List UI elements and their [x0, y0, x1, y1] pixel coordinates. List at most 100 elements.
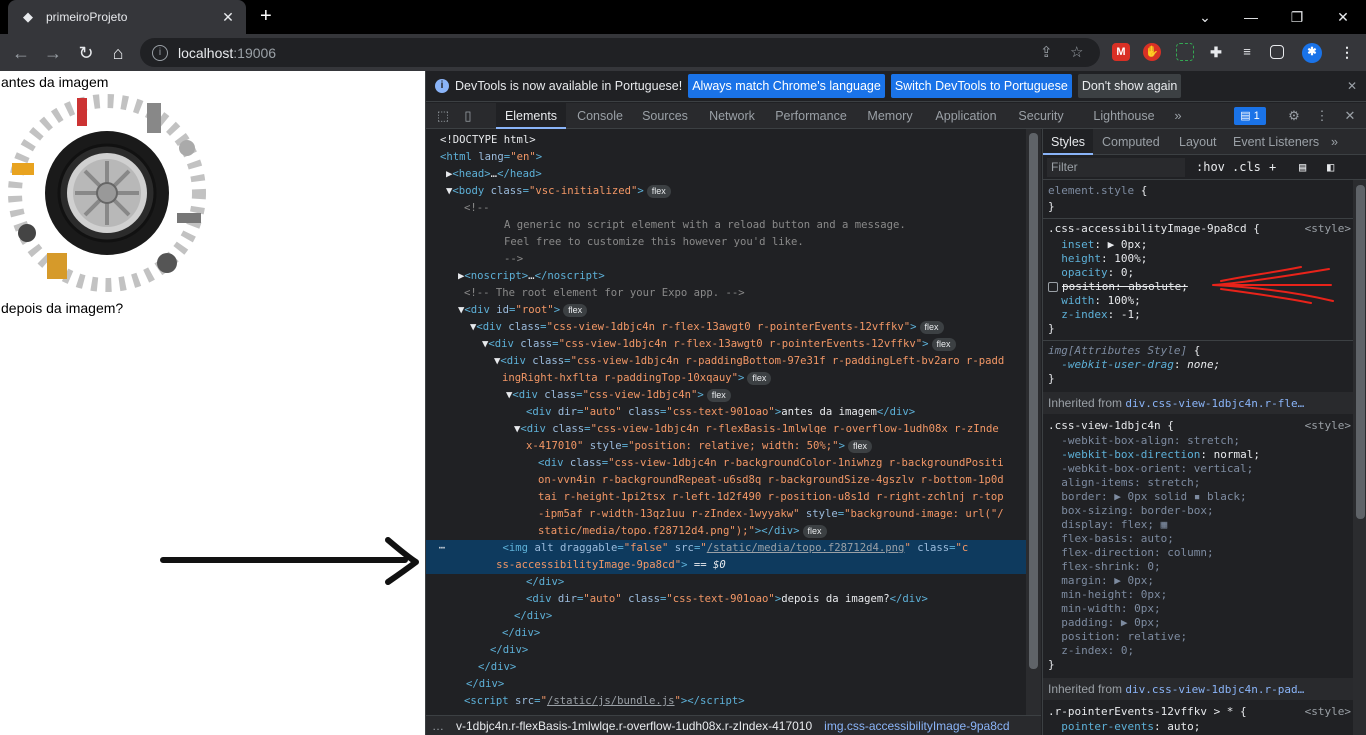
styles-scroll-thumb[interactable] — [1356, 185, 1365, 519]
settings-gear-icon[interactable]: ⚙ — [1286, 108, 1302, 124]
new-tab-icon[interactable]: + — [260, 6, 272, 26]
dom-line[interactable]: <!-- The root element for your Expo app.… — [464, 285, 1026, 302]
chrome-menu-icon[interactable]: ⋮ — [1338, 43, 1356, 61]
style-property[interactable]: position: relative; — [1048, 630, 1187, 644]
style-rule-line[interactable]: .css-accessibilityImage-9pa8cd { — [1048, 222, 1260, 236]
dom-line[interactable]: --> — [504, 251, 1026, 268]
close-tab-icon[interactable]: ✕ — [220, 9, 236, 26]
style-rule-line[interactable]: .css-view-1dbjc4n { — [1048, 419, 1174, 433]
dom-line[interactable]: <!-- — [464, 200, 1026, 217]
style-source-link[interactable]: <style> — [1305, 419, 1351, 433]
inherited-selector-link[interactable]: div.css-view-1dbjc4n.r-pad… — [1125, 683, 1304, 696]
dom-line[interactable]: ingRight-hxflta r-paddingTop-10xqauy"> fl… — [502, 370, 1026, 387]
new-rule-icon[interactable]: + — [1269, 160, 1276, 174]
style-property[interactable]: min-height: 0px; — [1048, 588, 1167, 602]
subtab-computed[interactable]: Computed — [1102, 129, 1160, 155]
dom-line[interactable]: ▼<div class="css-view-1dbjc4n r-flex-13a… — [470, 319, 1026, 336]
dom-tree-scroll-thumb[interactable] — [1029, 133, 1038, 669]
style-property[interactable]: border: ▶ 0px solid ▪ black; — [1048, 490, 1246, 504]
side-panel-icon[interactable] — [1270, 45, 1284, 59]
style-property[interactable]: flex-direction: column; — [1048, 546, 1213, 560]
subtab-styles[interactable]: Styles — [1043, 129, 1094, 155]
close-infobar-icon[interactable]: ✕ — [1347, 79, 1357, 93]
dom-line[interactable]: <!DOCTYPE html> — [440, 132, 1026, 149]
style-property-disabled[interactable]: position: absolute; — [1048, 280, 1188, 294]
toggle-sidebar-icon[interactable]: ◧ — [1327, 160, 1334, 174]
dom-line[interactable]: ▼<div class="css-view-1dbjc4n r-flexBasi… — [514, 421, 1026, 438]
dom-line[interactable]: </div> — [526, 574, 1026, 591]
dom-line[interactable]: Feel free to customize this however you'… — [504, 234, 1026, 251]
share-icon[interactable]: ⇪ — [1040, 43, 1053, 61]
dom-line[interactable]: <div dir="auto" class="css-text-901oao">… — [526, 404, 1026, 421]
hand-extension-icon[interactable]: ✋ — [1143, 43, 1161, 61]
breadcrumb-item[interactable]: v-1dbjc4n.r-flexBasis-1mlwlqe.r-overflow… — [450, 719, 818, 733]
profile-avatar[interactable]: ✱ — [1302, 43, 1322, 63]
style-source-link[interactable]: <style> — [1305, 705, 1351, 719]
address-bar[interactable]: i localhost:19006 ⇪ ☆ — [140, 38, 1100, 67]
dom-line[interactable]: tai r-height-1pi2tsx r-left-1d2f490 r-po… — [538, 489, 1026, 506]
property-checkbox[interactable] — [1048, 282, 1058, 292]
elements-dom-tree[interactable]: <!DOCTYPE html> <html lang="en"> ▶<head>… — [426, 129, 1026, 715]
style-rule-line[interactable]: .r-pointerEvents-12vffkv > * { — [1048, 705, 1247, 719]
inherited-selector-link[interactable]: div.css-view-1dbjc4n.r-fle… — [1125, 397, 1304, 410]
match-language-button[interactable]: Always match Chrome's language — [688, 74, 885, 98]
style-property[interactable]: margin: ▶ 0px; — [1048, 574, 1154, 588]
tab-sources[interactable]: Sources — [634, 103, 696, 129]
tab-search-icon[interactable]: ⌄ — [1182, 0, 1228, 34]
style-property[interactable]: flex-basis: auto; — [1048, 532, 1174, 546]
style-property[interactable]: -webkit-user-drag: none; — [1048, 358, 1220, 372]
style-property[interactable]: z-index: -1; — [1048, 308, 1140, 322]
dom-line[interactable]: </div> — [466, 676, 1026, 693]
dom-line-selected[interactable]: ss-accessibilityImage-9pa8cd"> == $0 — [426, 557, 1026, 574]
dom-line[interactable]: ▶<head>…</head> — [446, 166, 1026, 183]
switch-portuguese-button[interactable]: Switch DevTools to Portuguese — [890, 74, 1072, 98]
close-window-icon[interactable]: ✕ — [1320, 0, 1366, 34]
dom-line[interactable]: ▼<div id="root"> flex — [458, 302, 1026, 319]
customize-menu-icon[interactable]: ⋮ — [1314, 108, 1330, 124]
style-property[interactable]: align-items: stretch; — [1048, 476, 1200, 490]
back-icon[interactable]: ← — [10, 42, 32, 64]
element-state-icon[interactable]: ▤ — [1299, 160, 1306, 174]
dont-show-again-button[interactable]: Don't show again — [1077, 74, 1182, 98]
dom-line[interactable]: </div> — [478, 659, 1026, 676]
dom-line[interactable]: ▼<body class="vsc-initialized"> flex — [446, 183, 1026, 200]
style-property[interactable]: width: 100%; — [1048, 294, 1141, 308]
green-extension-icon[interactable] — [1176, 43, 1194, 61]
style-property[interactable]: inset: ▶ 0px; — [1048, 238, 1147, 252]
dom-line[interactable]: ▼<div class="css-view-1dbjc4n"> flex — [506, 387, 1026, 404]
device-toolbar-icon[interactable]: ▯ — [460, 108, 476, 124]
dom-line[interactable]: ▶<noscript>…</noscript> — [458, 268, 1026, 285]
tab-memory[interactable]: Memory — [858, 103, 922, 129]
style-property[interactable]: box-sizing: border-box; — [1048, 504, 1213, 518]
tab-elements[interactable]: Elements — [496, 103, 566, 129]
tab-network[interactable]: Network — [700, 103, 764, 129]
media-control-icon[interactable]: ≡ — [1238, 43, 1256, 61]
inspect-element-icon[interactable]: ⬚ — [435, 108, 451, 124]
dom-line[interactable]: A generic no script element with a reloa… — [504, 217, 1026, 234]
dom-line[interactable]: </div> — [514, 608, 1026, 625]
dom-line[interactable]: static/media/topo.f28712d4.png");"></div… — [538, 523, 1026, 540]
close-devtools-icon[interactable]: ✕ — [1342, 108, 1358, 124]
style-rule-line[interactable]: img[Attributes Style] { — [1048, 344, 1200, 358]
dom-line[interactable]: on-vvn4in r-backgroundRepeat-u6sd8q r-ba… — [538, 472, 1026, 489]
style-property[interactable]: z-index: 0; — [1048, 644, 1134, 658]
issues-badge[interactable]: ▤ 1 — [1234, 107, 1266, 125]
style-property[interactable]: opacity: 0; — [1048, 266, 1134, 280]
dom-line[interactable]: ▼<div class="css-view-1dbjc4n r-paddingB… — [494, 353, 1026, 370]
more-subtabs-icon[interactable]: » — [1331, 129, 1338, 155]
style-property[interactable]: min-width: 0px; — [1048, 602, 1160, 616]
bookmark-star-icon[interactable]: ☆ — [1070, 43, 1083, 61]
restore-icon[interactable]: ❐ — [1274, 0, 1320, 34]
dom-line[interactable]: <div class="css-view-1dbjc4n r-backgroun… — [538, 455, 1026, 472]
tab-security[interactable]: Security — [1010, 103, 1072, 129]
extensions-puzzle-icon[interactable]: ✚ — [1207, 43, 1225, 61]
dom-line[interactable]: <script src="/static/js/bundle.js"></scr… — [464, 693, 1026, 710]
dom-line[interactable]: </div> — [502, 625, 1026, 642]
breadcrumb-item-selected[interactable]: img.css-accessibilityImage-9pa8cd — [818, 719, 1015, 733]
styles-filter-input[interactable]: Filter — [1047, 158, 1185, 177]
site-info-icon[interactable]: i — [152, 44, 168, 61]
dom-line[interactable]: -ipm5af r-width-13qz1uu r-zIndex-1wyyakw… — [538, 506, 1026, 523]
style-property[interactable]: padding: ▶ 0px; — [1048, 616, 1160, 630]
gmail-extension-icon[interactable]: M — [1112, 43, 1130, 61]
forward-icon[interactable]: → — [42, 42, 64, 64]
